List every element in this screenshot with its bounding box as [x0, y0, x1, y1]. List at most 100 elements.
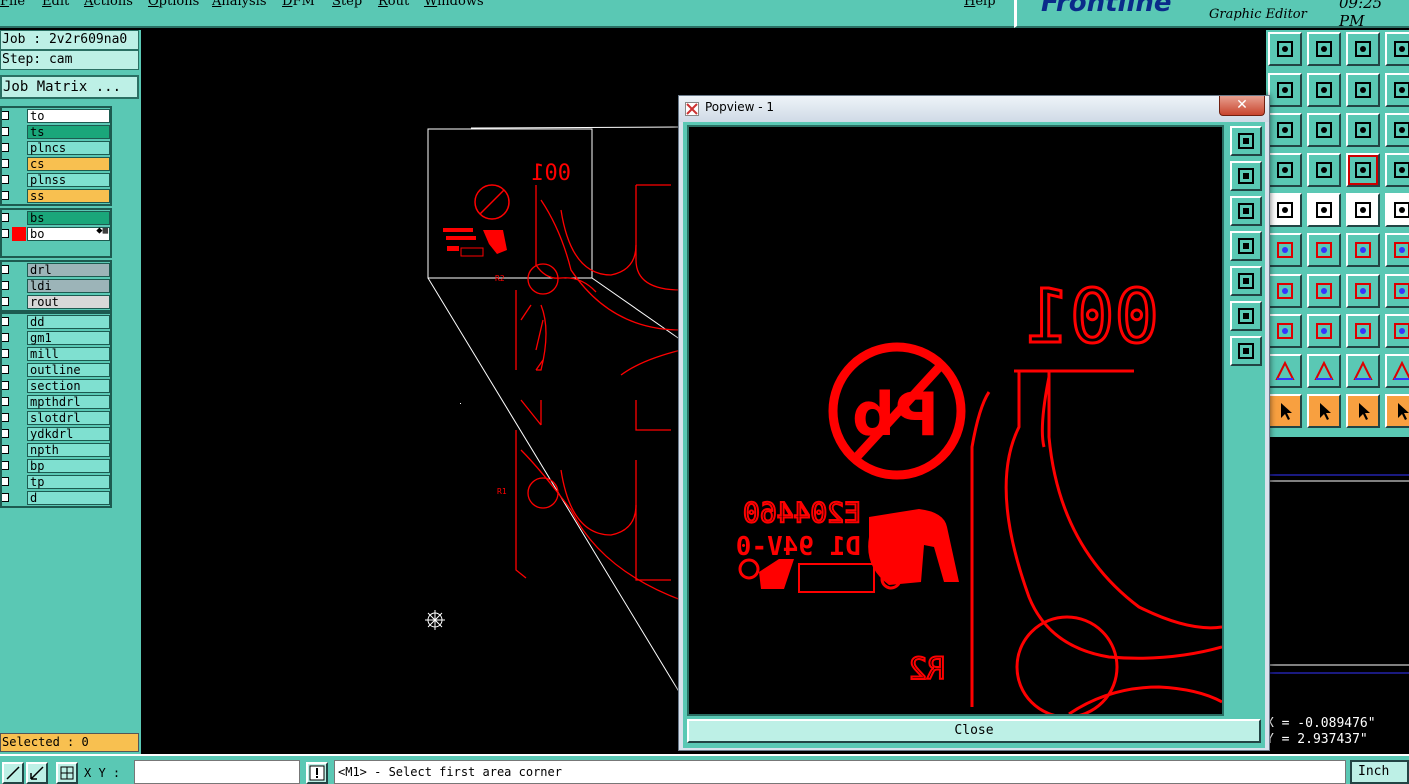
tool-box-select-button[interactable] [1385, 193, 1409, 227]
layer-row-cs[interactable]: cs [2, 156, 110, 172]
layer-checkbox[interactable] [2, 297, 9, 306]
tool-copy-button[interactable] [1268, 314, 1302, 348]
layer-name[interactable]: drl [27, 263, 110, 277]
layer-checkbox[interactable] [2, 143, 9, 152]
layer-checkbox[interactable] [2, 127, 9, 136]
layer-row-rout[interactable]: rout [2, 294, 110, 310]
layer-row-bp[interactable]: bp [2, 458, 110, 474]
tool-pan-right-button[interactable] [1307, 73, 1341, 107]
tool-move-point-button[interactable] [1346, 233, 1380, 267]
layer-name[interactable]: bp [27, 459, 110, 473]
layer-row-drl[interactable]: drl [2, 262, 110, 278]
layer-checkbox[interactable] [2, 493, 9, 502]
layer-checkbox[interactable] [2, 445, 9, 454]
popview-titlebar[interactable]: Popview - 1 ✕ [679, 96, 1269, 122]
menu-analysis[interactable]: Analysis [212, 0, 267, 9]
tool-pan-up-button[interactable] [1385, 73, 1409, 107]
layer-name[interactable]: plnss [27, 173, 110, 187]
layer-row-ldi[interactable]: ldi [2, 278, 110, 294]
layer-name[interactable]: tp [27, 475, 110, 489]
measure-button[interactable] [26, 762, 48, 784]
units-selector[interactable]: Inch [1350, 760, 1409, 784]
tool-fit-button[interactable] [1385, 32, 1409, 66]
window-close-button[interactable]: ✕ [1219, 96, 1265, 116]
layer-checkbox[interactable] [2, 317, 9, 326]
layer-row-dd[interactable]: dd [2, 314, 110, 330]
layer-name[interactable]: to [27, 109, 110, 123]
layer-name[interactable]: bs [27, 211, 110, 225]
layer-row-ts[interactable]: ts [2, 124, 110, 140]
layer-checkbox[interactable] [2, 429, 9, 438]
layer-row-mpthdrl[interactable]: mpthdrl [2, 394, 110, 410]
tool-redo-view-button[interactable] [1346, 73, 1380, 107]
tool-cursor-hex-button[interactable] [1346, 394, 1380, 428]
layer-name[interactable]: plncs [27, 141, 110, 155]
tool-snap-grid-button[interactable] [1268, 153, 1302, 187]
tool-triangle-edit-button[interactable] [1385, 354, 1409, 388]
layer-name[interactable]: ydkdrl [27, 427, 110, 441]
menu-edit[interactable]: Edit [42, 0, 69, 9]
pv-zoom-out-button[interactable] [1230, 161, 1262, 191]
layer-row-outline[interactable]: outline [2, 362, 110, 378]
layer-row-plncs[interactable]: plncs [2, 140, 110, 156]
layer-name[interactable]: ts [27, 125, 110, 139]
menu-windows[interactable]: Windows [424, 0, 484, 9]
tool-pan-left-button[interactable] [1268, 73, 1302, 107]
menu-dfm[interactable]: DFM [282, 0, 315, 9]
tool-grid-button[interactable] [1307, 153, 1341, 187]
tool-zoom-center-button[interactable] [1268, 113, 1302, 147]
popview-close-button[interactable]: Close [687, 719, 1261, 743]
menu-options[interactable]: Options [148, 0, 199, 9]
pv-center-button[interactable] [1230, 336, 1262, 366]
layer-row-gm1[interactable]: gm1 [2, 330, 110, 346]
layer-checkbox[interactable] [2, 159, 9, 168]
tool-zoom-all-button[interactable] [1307, 113, 1341, 147]
tool-cursor-box-button[interactable] [1307, 394, 1341, 428]
layer-name[interactable]: mill [27, 347, 110, 361]
tool-pad-button[interactable] [1268, 193, 1302, 227]
layer-name[interactable]: rout [27, 295, 110, 309]
layer-checkbox[interactable] [2, 265, 9, 274]
layer-checkbox[interactable] [2, 111, 9, 120]
layer-row-ydkdrl[interactable]: ydkdrl [2, 426, 110, 442]
xy-input[interactable] [134, 760, 300, 784]
tool-resize-button[interactable] [1385, 314, 1409, 348]
layer-checkbox[interactable] [2, 229, 9, 238]
menu-help[interactable]: Help [964, 0, 996, 9]
layer-name[interactable]: cs [27, 157, 110, 171]
tool-stretch-button[interactable] [1346, 314, 1380, 348]
menu-rout[interactable]: Rout [378, 0, 409, 9]
tool-delete-button[interactable] [1307, 233, 1341, 267]
tool-select-button[interactable] [1307, 193, 1341, 227]
layer-name[interactable]: slotdrl [27, 411, 110, 425]
layer-checkbox[interactable] [2, 281, 9, 290]
layer-name[interactable]: mpthdrl [27, 395, 110, 409]
layer-row-slotdrl[interactable]: slotdrl [2, 410, 110, 426]
job-matrix-button[interactable]: Job Matrix ... [0, 75, 139, 99]
layer-checkbox[interactable] [2, 365, 9, 374]
snap-button[interactable] [2, 762, 24, 784]
layer-row-ss[interactable]: ss [2, 188, 110, 204]
layer-checkbox[interactable] [2, 413, 9, 422]
layer-name[interactable]: dd [27, 315, 110, 329]
layer-checkbox[interactable] [2, 333, 9, 342]
layer-checkbox[interactable] [2, 397, 9, 406]
layer-checkbox[interactable] [2, 477, 9, 486]
tool-triangle-a-button[interactable] [1346, 354, 1380, 388]
layer-name[interactable]: ss [27, 189, 110, 203]
tool-layer-pointer-button[interactable] [1385, 153, 1409, 187]
grid-button[interactable] [56, 762, 78, 784]
tool-flip-button[interactable] [1385, 233, 1409, 267]
tool-zoom-window-button[interactable] [1385, 113, 1409, 147]
layer-name[interactable]: section [27, 379, 110, 393]
layer-row-section[interactable]: section [2, 378, 110, 394]
tool-cursor-arrow-button[interactable] [1385, 394, 1409, 428]
layer-checkbox[interactable] [2, 175, 9, 184]
pv-pan-right-button[interactable] [1230, 266, 1262, 296]
layer-checkbox[interactable] [2, 213, 9, 222]
tool-ruler-button[interactable] [1346, 193, 1380, 227]
alert-button[interactable] [306, 762, 328, 784]
tool-scale-button[interactable] [1346, 113, 1380, 147]
layer-checkbox[interactable] [2, 381, 9, 390]
menu-actions[interactable]: Actions [84, 0, 133, 9]
